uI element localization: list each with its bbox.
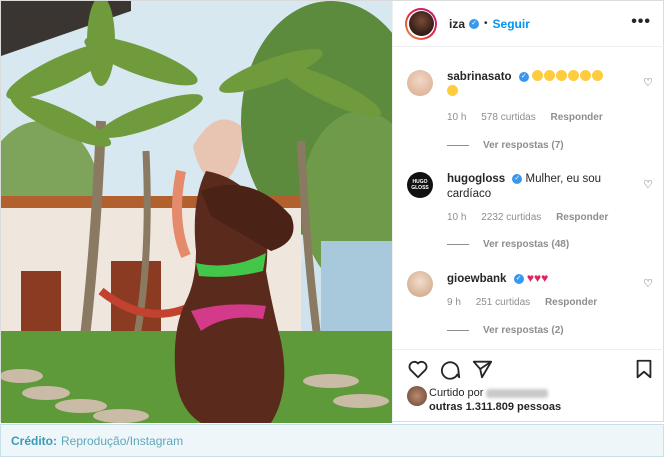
replies-divider (447, 145, 469, 146)
like-heart-icon[interactable] (407, 358, 429, 380)
heart-eyes-emoji (531, 70, 543, 81)
commenter-avatar[interactable]: HUGO GLOSS (407, 172, 433, 198)
comment-time: 10 h (447, 112, 467, 123)
comment-meta: 10 h 578 curtidas Responder (447, 112, 615, 123)
comment-like-icon[interactable]: ♡ (643, 178, 653, 191)
blurred-username (486, 388, 549, 398)
commenter-avatar[interactable] (407, 271, 433, 297)
comment-like-icon[interactable]: ♡ (643, 277, 653, 290)
comment-text: gioewbank ✓ ♥♥♥ (447, 271, 637, 287)
post-header: iza ✓ • Seguir ••• (393, 1, 664, 47)
commenter-avatar[interactable] (407, 70, 433, 96)
comment-username[interactable]: gioewbank (447, 273, 506, 285)
replies-divider (447, 330, 469, 331)
comment-username[interactable]: hugogloss (447, 173, 505, 185)
comment-likes[interactable]: 2232 curtidas (481, 212, 541, 223)
view-replies-label: Ver respostas (2) (483, 325, 564, 336)
liked-by-avatar[interactable] (407, 386, 427, 406)
post-photo[interactable] (1, 1, 392, 423)
liked-by-prefix: Curtido por (429, 387, 484, 399)
header-separator: • (484, 18, 488, 29)
post-photo-illustration (1, 1, 392, 423)
verified-icon: ✓ (512, 173, 523, 184)
comment-time: 10 h (447, 212, 467, 223)
photo-credit-bar: Crédito: Reprodução/Instagram (0, 424, 664, 457)
heart-eyes-emoji (591, 70, 603, 81)
profile-avatar[interactable] (405, 7, 437, 40)
heart-eyes-emoji (555, 70, 567, 81)
comment-text: hugogloss ✓ Mulher, eu sou cardíaco (447, 172, 637, 202)
liked-by-others[interactable]: outras 1.311.809 pessoas (429, 401, 561, 413)
verified-icon: ✓ (518, 71, 529, 82)
heart-eyes-emoji (567, 70, 579, 81)
view-replies-button[interactable]: Ver respostas (7) (447, 140, 564, 151)
instagram-post: iza ✓ • Seguir ••• sabrinasato ✓ ♡ 10 h (0, 0, 664, 423)
share-paper-plane-icon[interactable] (471, 358, 493, 380)
credit-value: Reprodução/Instagram (61, 433, 184, 448)
comment-like-icon[interactable]: ♡ (643, 76, 653, 89)
heart-eyes-emoji (543, 70, 555, 81)
heart-eyes-emoji (579, 70, 591, 81)
post-side-panel: iza ✓ • Seguir ••• sabrinasato ✓ ♡ 10 h (392, 1, 664, 423)
follow-button[interactable]: Seguir (493, 17, 530, 31)
reply-button[interactable]: Responder (545, 297, 597, 308)
reply-button[interactable]: Responder (551, 112, 603, 123)
view-replies-label: Ver respostas (48) (483, 239, 570, 250)
view-replies-button[interactable]: Ver respostas (2) (447, 325, 564, 336)
comment-bubble-icon[interactable] (439, 358, 461, 380)
red-hearts-emoji: ♥♥♥ (526, 271, 549, 285)
view-replies-label: Ver respostas (7) (483, 140, 564, 151)
comment-meta: 9 h 251 curtidas Responder (447, 297, 609, 308)
reply-button[interactable]: Responder (556, 212, 608, 223)
comment-time: 9 h (447, 297, 461, 308)
heart-eyes-emoji (447, 85, 458, 96)
comment-text: sabrinasato ✓ (447, 70, 637, 100)
comment-likes[interactable]: 251 curtidas (476, 297, 530, 308)
comment-meta: 10 h 2232 curtidas Responder (447, 212, 620, 223)
avatar-logo-text: HUGO GLOSS (411, 179, 429, 191)
replies-divider (447, 244, 469, 245)
view-replies-button[interactable]: Ver respostas (48) (447, 239, 569, 250)
comment-username[interactable]: sabrinasato (447, 71, 512, 83)
save-bookmark-icon[interactable] (633, 358, 655, 380)
credit-label: Crédito: (11, 433, 57, 448)
post-username[interactable]: iza (449, 17, 465, 31)
post-actions: Curtido por outras 1.311.809 pessoas (393, 349, 664, 423)
more-options-icon[interactable]: ••• (631, 13, 651, 31)
profile-avatar-image (408, 11, 434, 36)
verified-icon: ✓ (513, 273, 524, 284)
comment-likes[interactable]: 578 curtidas (481, 112, 535, 123)
comments-list: sabrinasato ✓ ♡ 10 h 578 curtidas Respon… (393, 48, 664, 348)
verified-icon: ✓ (469, 18, 480, 29)
liked-by-text: Curtido por outras 1.311.809 pessoas (429, 386, 664, 414)
